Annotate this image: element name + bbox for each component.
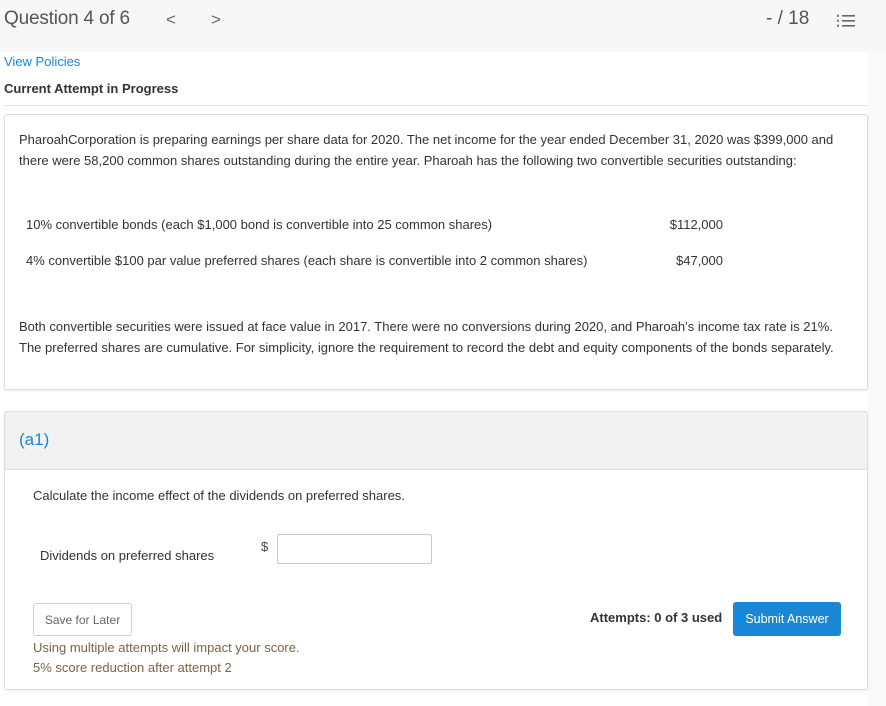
- problem-statement-card: PharoahCorporation is preparing earnings…: [4, 114, 868, 390]
- security-description: 4% convertible $100 par value preferred …: [26, 253, 588, 268]
- divider: [4, 105, 868, 106]
- currency-symbol: $: [261, 539, 269, 554]
- security-description: 10% convertible bonds (each $1,000 bond …: [26, 217, 493, 232]
- dividends-field-label: Dividends on preferred shares: [40, 548, 215, 563]
- part-label: (a1): [19, 430, 50, 449]
- question-part-card: (a1) Calculate the income effect of the …: [4, 411, 868, 690]
- attempt-status-heading: Current Attempt in Progress: [4, 81, 179, 96]
- question-position: Question 4 of 6: [4, 8, 130, 29]
- security-amount: $47,000: [676, 253, 723, 268]
- question-header: Question 4 of 6 < > - / 18: [0, 0, 886, 52]
- part-header: (a1): [5, 412, 867, 470]
- save-for-later-button[interactable]: Save for Later: [33, 603, 132, 636]
- chevron-right-icon[interactable]: >: [208, 10, 224, 30]
- chevron-left-icon[interactable]: <: [163, 10, 179, 30]
- submit-answer-button[interactable]: Submit Answer: [733, 602, 841, 636]
- attempts-note-line-2: 5% score reduction after attempt 2: [33, 660, 232, 675]
- part-instruction: Calculate the income effect of the divid…: [33, 488, 405, 503]
- attempts-used: Attempts: 0 of 3 used: [590, 610, 723, 625]
- view-policies-link[interactable]: View Policies: [4, 54, 80, 69]
- numbered-list-icon[interactable]: [836, 13, 856, 29]
- problem-paragraph-1: PharoahCorporation is preparing earnings…: [19, 132, 834, 168]
- problem-paragraph-2: Both convertible securities were issued …: [19, 319, 834, 355]
- attempts-note: Using multiple attempts will impact your…: [33, 638, 300, 678]
- question-score: - / 18: [766, 8, 810, 29]
- security-amount: $112,000: [669, 217, 723, 232]
- dividends-input[interactable]: [277, 534, 432, 564]
- attempts-note-line-1: Using multiple attempts will impact your…: [33, 640, 300, 655]
